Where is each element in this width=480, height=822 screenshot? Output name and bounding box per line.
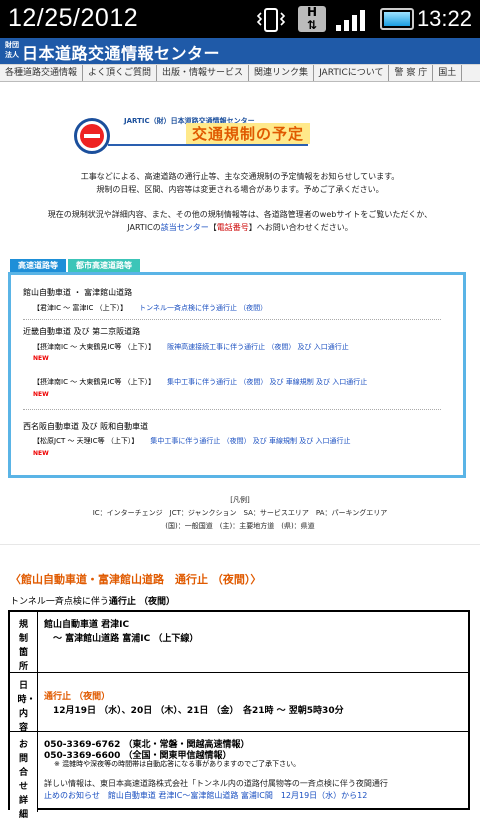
location-line: ～ 富津館山道路 富浦IC （上下線）	[44, 634, 199, 644]
status-time: 13:22	[416, 6, 472, 31]
nav-item-mlit[interactable]: 国土	[433, 65, 463, 81]
legend-line-1: IC：インターチェンジ JCT：ジャンクション SA：サービスエリア PA：パー…	[92, 509, 388, 517]
contact-note: ※ 混雑時や深夜等の時間帯は自動応答になる事がありますのでご了承下さい。	[54, 760, 301, 768]
page-title: 交通規制の予定	[186, 123, 311, 144]
new-badge: NEW	[33, 391, 49, 398]
road-name: 近畿自動車道 及び 第二京阪道路	[23, 327, 141, 336]
regulation-segment: 【摂津南IC ～ 大東鶴見IC等 （上下）】 阪神高速接続工事に伴う通行止 （夜間…	[33, 342, 349, 352]
status-bar: 12/25/2012 H ⇅ 13:22	[0, 0, 480, 38]
row-header-contact: お問合せ詳細	[10, 732, 38, 820]
detail-info-link[interactable]: 止めのお知らせ 館山自動車道 君津IC～富津館山道路 富浦IC間 12月19日（…	[44, 790, 367, 801]
nav-item-police[interactable]: 警 察 庁	[389, 65, 434, 81]
segment-section: 【摂津南IC ～ 大東鶴見IC等 （上下）】	[33, 343, 156, 351]
center-link[interactable]: 該当センター	[161, 223, 209, 232]
vibrate-icon	[256, 8, 286, 32]
regulation-segment: 【摂津南IC ～ 大東鶴見IC等 （上下）】 集中工事に伴う通行止 （夜間） 及び…	[33, 377, 367, 387]
row-header-text: お問合せ詳細	[18, 740, 28, 820]
jartic-logo-icon	[74, 118, 110, 154]
site-header[interactable]: 財団法人 日本道路交通情報センター	[0, 38, 480, 64]
regulation-panel: 館山自動車道 ・ 富津館山道路 【君津IC ～ 富津IC （上下）】 トンネル一斉…	[8, 272, 466, 478]
detail-subtitle: トンネル一斉点検に伴う通行止 （夜間）	[10, 594, 175, 607]
regulation-link[interactable]: 集中工事に伴う通行止 （夜間） 及び 車線規制 及び 入口通行止	[150, 437, 350, 445]
regulation-link[interactable]: 阪神高速接続工事に伴う通行止 （夜間） 及び 入口通行止	[167, 343, 349, 351]
intro-line-1: 工事などによる、高速道路の通行止等、主な交通規制の予定情報をお知らせしています。	[80, 172, 400, 181]
nav-item-faq[interactable]: よく頂くご質問	[83, 65, 158, 81]
battery-icon	[380, 8, 414, 30]
road-name: 西名阪自動車道 及び 阪和自動車道	[23, 422, 149, 431]
segment-section: 【摂津南IC ～ 大東鶴見IC等 （上下）】	[33, 378, 156, 386]
nav-item-about[interactable]: JARTICについて	[314, 65, 390, 81]
detail-title: 〈館山自動車道・富津館山道路 通行止 （夜間）〉	[10, 573, 262, 586]
network-type-icon: H ⇅	[298, 6, 326, 32]
detail-table: 規制箇所 館山自動車道 君津IC ～ 富津館山道路 富浦IC （上下線） 日時・…	[8, 610, 470, 820]
detail-subtitle-text: トンネル一斉点検に伴う	[10, 597, 109, 607]
nav-item-road-info[interactable]: 各種道路交通情報	[0, 65, 84, 81]
tab-urban-expressway[interactable]: 都市高速道路等	[68, 259, 140, 273]
intro-line-2: 規制の日程、区間、内容等は変更される場合があります。予めご了承ください。	[96, 185, 384, 194]
signal-icon	[336, 10, 365, 31]
intro-line-4: JARTICの該当センター【電話番号】へお問い合わせください。	[0, 221, 480, 235]
banner-divider	[108, 144, 308, 146]
intro-text: 【	[208, 223, 217, 232]
regulation-type: 通行止 （夜間）	[44, 692, 111, 702]
detail-subtitle-bold: 通行止 （夜間）	[108, 597, 175, 607]
legend-line-2: (国)：一般国道 (主)：主要地方道 (県)：県道	[165, 522, 315, 530]
detail-info-line[interactable]: 詳しい情報は、東日本高速道路株式会社「トンネル内の道路付属物等の一斉点検に伴う夜…	[44, 778, 388, 789]
legend-title: [凡例]	[230, 496, 250, 504]
road-name: 館山自動車道 ・ 富津館山道路	[23, 288, 133, 297]
phone-link[interactable]: 電話番号	[217, 223, 249, 232]
top-nav: 各種道路交通情報 よく頂くご質問 出版・情報サービス 関連リンク集 JARTICについて…	[0, 64, 480, 82]
regulation-link[interactable]: 集中工事に伴う通行止 （夜間） 及び 車線規制 及び 入口通行止	[167, 378, 367, 386]
table-row: お問合せ詳細 050-3369-6762 （東北・常磐・関越高速情報） 050-…	[10, 732, 468, 820]
nav-item-publications[interactable]: 出版・情報サービス	[157, 65, 250, 81]
intro-text: JARTICの	[127, 223, 161, 232]
row-header-location: 規制箇所	[10, 612, 38, 672]
new-badge: NEW	[33, 450, 49, 457]
row-header-datetime: 日時・内容	[10, 673, 38, 733]
row-header-text: 規制箇所	[18, 620, 28, 672]
divider	[23, 319, 441, 320]
location-line: 館山自動車道 君津IC	[44, 620, 130, 630]
status-icons: H ⇅	[256, 6, 414, 32]
segment-section: 【松原JCT ～ 天理IC等 （上下）】	[33, 437, 139, 445]
segment-section: 【君津IC ～ 富津IC （上下）】	[33, 304, 128, 312]
tab-expressway[interactable]: 高速道路等	[10, 259, 66, 273]
regulation-segment: 【松原JCT ～ 天理IC等 （上下）】 集中工事に伴う通行止 （夜間） 及び 車…	[33, 436, 350, 446]
network-type-label: H	[306, 5, 318, 19]
new-badge: NEW	[33, 355, 49, 362]
row-header-text: 日時・内容	[17, 681, 36, 733]
status-date: 12/25/2012	[8, 4, 139, 32]
nav-item-links[interactable]: 関連リンク集	[249, 65, 315, 81]
regulation-link[interactable]: トンネル一斉点検に伴う通行止 （夜間）	[139, 304, 267, 312]
divider	[23, 409, 441, 410]
site-title[interactable]: 日本道路交通情報センター	[22, 40, 220, 64]
table-row: 規制箇所 館山自動車道 君津IC ～ 富津館山道路 富浦IC （上下線）	[10, 612, 468, 673]
intro-line-3: 現在の規制状況や詳細内容、また、その他の規制情報等は、各道路管理者のwebサイト…	[47, 210, 433, 219]
regulation-schedule: 12月19日 （水）、20日 （木）、21日 （金） 各21時 ～ 翌朝5時30…	[44, 706, 344, 716]
regulation-segment: 【君津IC ～ 富津IC （上下）】 トンネル一斉点検に伴う通行止 （夜間）	[33, 303, 267, 313]
intro-text: 】へお問い合わせください。	[248, 223, 353, 232]
section-divider	[0, 544, 480, 545]
org-emblem: 財団法人	[5, 41, 19, 59]
table-row: 日時・内容 通行止 （夜間） 12月19日 （水）、20日 （木）、21日 （金…	[10, 673, 468, 733]
